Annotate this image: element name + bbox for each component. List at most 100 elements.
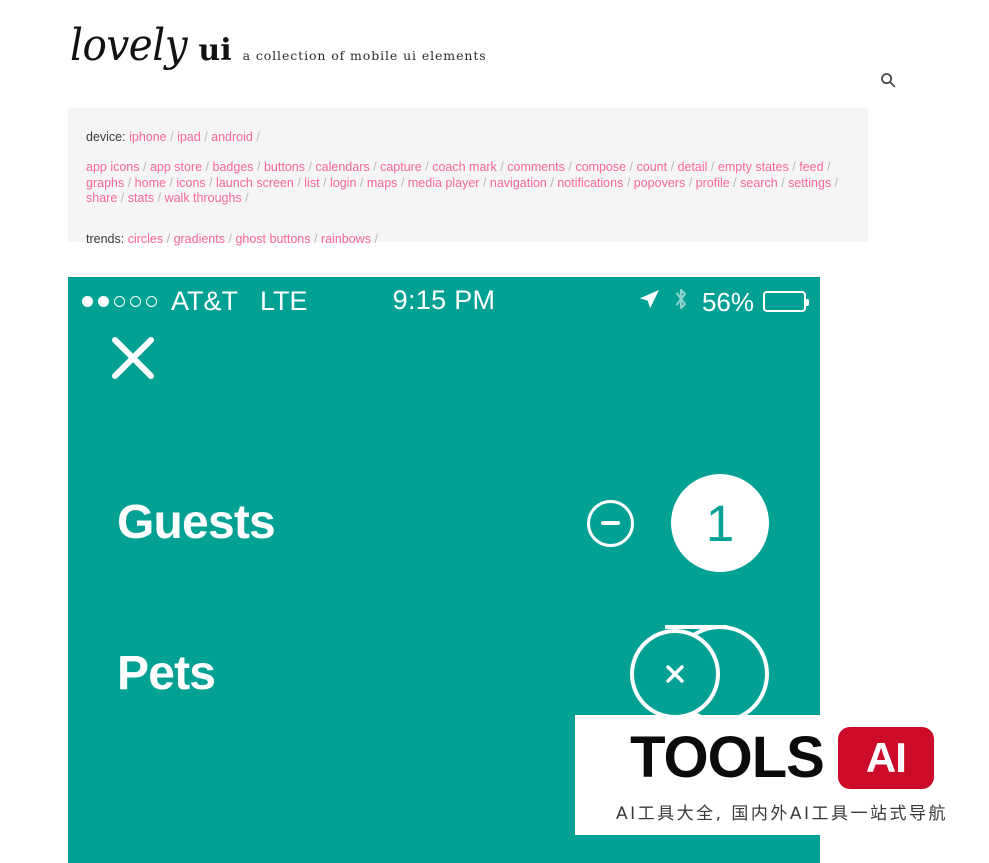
- tag-separator: /: [667, 160, 675, 174]
- category-tag-graphs[interactable]: graphs: [86, 176, 124, 190]
- minus-icon[interactable]: [587, 499, 634, 547]
- tag-separator: /: [252, 130, 260, 144]
- tag-separator: /: [623, 175, 631, 190]
- site-tagline: a collection of mobile ui elements: [242, 48, 487, 63]
- battery-icon: [763, 291, 809, 312]
- tag-separator: /: [788, 160, 796, 174]
- tag-separator: /: [154, 191, 162, 205]
- category-tag-app-icons[interactable]: app icons: [86, 160, 140, 174]
- tag-separator: /: [777, 175, 785, 190]
- tag-separator: /: [496, 160, 504, 174]
- category-tag-empty-states[interactable]: empty states: [718, 160, 789, 174]
- guests-label: Guests: [117, 496, 276, 549]
- tag-separator: /: [369, 160, 377, 174]
- trend-tag-rainbows[interactable]: rainbows: [321, 232, 371, 246]
- category-tag-media-player[interactable]: media player: [408, 176, 480, 190]
- category-tag-share[interactable]: share: [86, 191, 117, 205]
- search-icon[interactable]: [876, 68, 900, 92]
- close-small-icon[interactable]: [630, 629, 720, 719]
- tag-separator: /: [831, 175, 839, 190]
- tag-separator: /: [117, 191, 125, 205]
- watermark-badge-text: AI: [865, 733, 907, 781]
- tag-separator: /: [163, 231, 171, 246]
- tag-separator: /: [310, 231, 318, 246]
- category-tag-walk-throughs[interactable]: walk throughs: [165, 191, 242, 205]
- tag-separator: /: [293, 175, 301, 190]
- phone-mockup: AT&T LTE 9:15 PM 56% Guests 1 Pets: [68, 277, 820, 863]
- tag-separator: /: [319, 175, 327, 190]
- category-tag-compose[interactable]: compose: [575, 160, 626, 174]
- category-tag-navigation[interactable]: navigation: [490, 176, 547, 190]
- tag-separator: /: [166, 130, 174, 144]
- device-links: iphone / ipad / android /: [129, 130, 260, 144]
- pets-row: Pets: [68, 621, 820, 727]
- tag-separator: /: [124, 175, 132, 190]
- guests-count-badge[interactable]: 1: [671, 474, 769, 572]
- device-tag-ipad[interactable]: ipad: [177, 130, 201, 144]
- trend-tag-gradients[interactable]: gradients: [174, 232, 225, 246]
- category-tag-capture[interactable]: capture: [380, 160, 422, 174]
- category-tag-list[interactable]: list: [304, 176, 319, 190]
- tag-separator: /: [823, 160, 831, 174]
- pets-label: Pets: [117, 647, 216, 700]
- category-tag-feed[interactable]: feed: [799, 160, 823, 174]
- category-tag-profile[interactable]: profile: [696, 176, 730, 190]
- category-tag-maps[interactable]: maps: [367, 176, 398, 190]
- tag-separator: /: [370, 231, 378, 246]
- category-tag-launch-screen[interactable]: launch screen: [216, 176, 294, 190]
- logo-script-text: lovely: [70, 20, 188, 71]
- page-root: lovely ui a collection of mobile ui elem…: [0, 0, 989, 863]
- category-tag-calendars[interactable]: calendars: [315, 160, 369, 174]
- trend-tag-circles[interactable]: circles: [128, 232, 163, 246]
- watermark-badge: AI: [837, 726, 934, 789]
- trend-links: circles / gradients / ghost buttons / ra…: [128, 232, 378, 246]
- logo-bold-text: ui: [198, 33, 232, 68]
- category-tag-buttons[interactable]: buttons: [264, 160, 305, 174]
- tag-separator: /: [479, 175, 487, 190]
- category-tag-badges[interactable]: badges: [213, 160, 254, 174]
- trend-tag-ghost-buttons[interactable]: ghost buttons: [235, 232, 310, 246]
- tag-separator: /: [564, 160, 572, 174]
- tag-separator: /: [546, 175, 554, 190]
- pets-stepper-morphing: [609, 621, 769, 727]
- category-tag-home[interactable]: home: [135, 176, 166, 190]
- status-bar-right: 56%: [638, 286, 809, 317]
- battery-percentage: 56%: [701, 286, 754, 317]
- tag-separator: /: [200, 130, 208, 144]
- category-tag-coach-mark[interactable]: coach mark: [432, 160, 497, 174]
- tag-separator: /: [397, 175, 405, 190]
- close-icon[interactable]: [108, 333, 158, 383]
- category-tag-comments[interactable]: comments: [507, 160, 565, 174]
- trends-tag-row: trends: circles / gradients / ghost butt…: [86, 232, 850, 247]
- category-tag-count[interactable]: count: [637, 160, 668, 174]
- guests-row: Guests 1: [68, 470, 820, 576]
- site-logo[interactable]: lovely ui a collection of mobile ui elem…: [70, 24, 487, 68]
- category-tag-popovers[interactable]: popovers: [634, 176, 685, 190]
- bluetooth-icon: [673, 287, 689, 316]
- category-tag-detail[interactable]: detail: [678, 160, 708, 174]
- category-tag-search[interactable]: search: [740, 176, 778, 190]
- tag-separator: /: [304, 160, 312, 174]
- category-tag-row: app icons / app store / badges / buttons…: [86, 160, 850, 207]
- device-tag-iphone[interactable]: iphone: [129, 130, 167, 144]
- tag-separator: /: [225, 231, 232, 246]
- tag-navigation-panel: device: iphone / ipad / android / app ic…: [68, 108, 868, 246]
- category-tag-login[interactable]: login: [330, 176, 356, 190]
- device-tag-android[interactable]: android: [211, 130, 253, 144]
- trends-label: trends:: [86, 231, 125, 246]
- tag-separator: /: [241, 191, 249, 205]
- site-header: lovely ui a collection of mobile ui elem…: [0, 0, 989, 100]
- category-tag-notifications[interactable]: notifications: [557, 176, 623, 190]
- tag-separator: /: [685, 175, 693, 190]
- ios-status-bar: AT&T LTE 9:15 PM 56%: [68, 277, 820, 325]
- guests-stepper: 1: [587, 470, 769, 576]
- guests-count-value: 1: [705, 494, 735, 552]
- category-links: app icons / app store / badges / buttons…: [86, 160, 838, 205]
- category-tag-app-store[interactable]: app store: [150, 160, 202, 174]
- category-tag-settings[interactable]: settings: [788, 176, 831, 190]
- tag-separator: /: [253, 160, 261, 174]
- tag-separator: /: [729, 175, 737, 190]
- category-tag-stats[interactable]: stats: [128, 191, 154, 205]
- location-arrow-icon: [638, 288, 660, 315]
- category-tag-icons[interactable]: icons: [176, 176, 205, 190]
